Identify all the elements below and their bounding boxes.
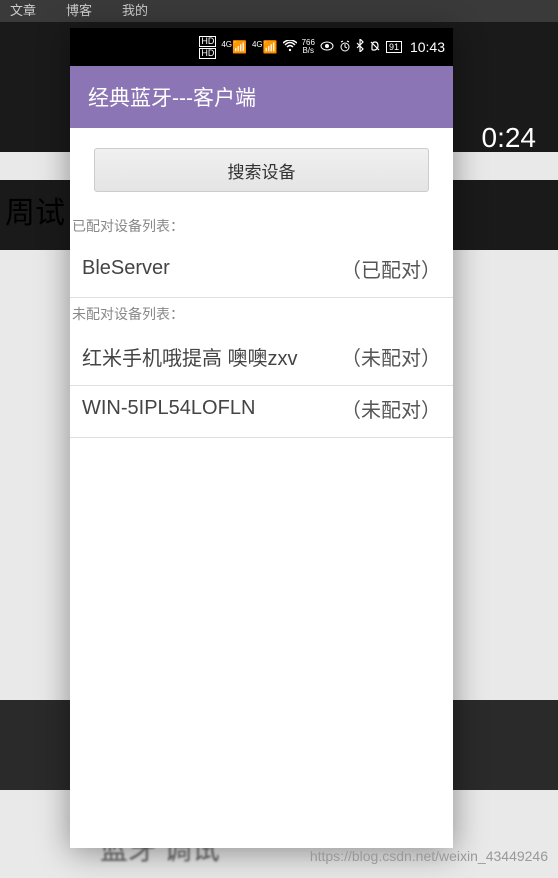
bg-time-fragment: 0:24 — [482, 122, 537, 154]
bg-nav-item: 我的 — [122, 0, 148, 19]
watermark: https://blog.csdn.net/weixin_43449246 — [310, 848, 548, 864]
battery-icon: 91 — [386, 41, 402, 53]
hd-icon-stack: HD HD — [199, 36, 216, 59]
hd-icon: HD — [199, 48, 216, 59]
network-speed: 766 B/s — [302, 39, 315, 55]
eye-icon — [320, 41, 334, 54]
status-bar: HD HD 4G📶 4G📶 766 B/s — [70, 28, 453, 66]
device-name: WIN-5IPL54LOFLN — [82, 397, 255, 420]
device-name: BleServer — [82, 257, 170, 280]
alarm-icon — [339, 40, 351, 55]
device-item-unpaired[interactable]: WIN-5IPL54LOFLN （未配对） — [70, 386, 453, 438]
background-nav: 文章 博客 我的 — [0, 0, 558, 22]
search-button-container: 搜索设备 — [70, 128, 453, 210]
hd-icon: HD — [199, 36, 216, 47]
wifi-icon — [283, 40, 297, 55]
device-status: （未配对） — [341, 342, 441, 371]
bluetooth-icon — [356, 39, 364, 55]
mute-icon — [369, 40, 381, 55]
signal-icon-1: 4G📶 — [221, 40, 247, 54]
device-status: （已配对） — [341, 254, 441, 283]
unpaired-section-label: 未配对设备列表： — [70, 298, 453, 334]
app-title: 经典蓝牙---客户端 — [88, 82, 256, 112]
status-time: 10:43 — [410, 39, 445, 55]
status-icons: HD HD 4G📶 4G📶 766 B/s — [199, 36, 445, 59]
signal-icon-2: 4G📶 — [252, 40, 278, 54]
unpaired-device-list: 红米手机哦提高 噢噢zxv （未配对） WIN-5IPL54LOFLN （未配对… — [70, 334, 453, 848]
device-item-paired[interactable]: BleServer （已配对） — [70, 246, 453, 298]
phone-screen: HD HD 4G📶 4G📶 766 B/s — [70, 28, 453, 848]
device-name: 红米手机哦提高 噢噢zxv — [82, 342, 298, 371]
bg-nav-item: 文章 — [10, 0, 36, 19]
device-status: （未配对） — [341, 394, 441, 423]
app-title-bar: 经典蓝牙---客户端 — [70, 66, 453, 128]
search-devices-button[interactable]: 搜索设备 — [94, 148, 429, 192]
bg-nav-item: 博客 — [66, 0, 92, 19]
paired-device-list: BleServer （已配对） — [70, 246, 453, 298]
paired-section-label: 已配对设备列表： — [70, 210, 453, 246]
device-item-unpaired[interactable]: 红米手机哦提高 噢噢zxv （未配对） — [70, 334, 453, 386]
